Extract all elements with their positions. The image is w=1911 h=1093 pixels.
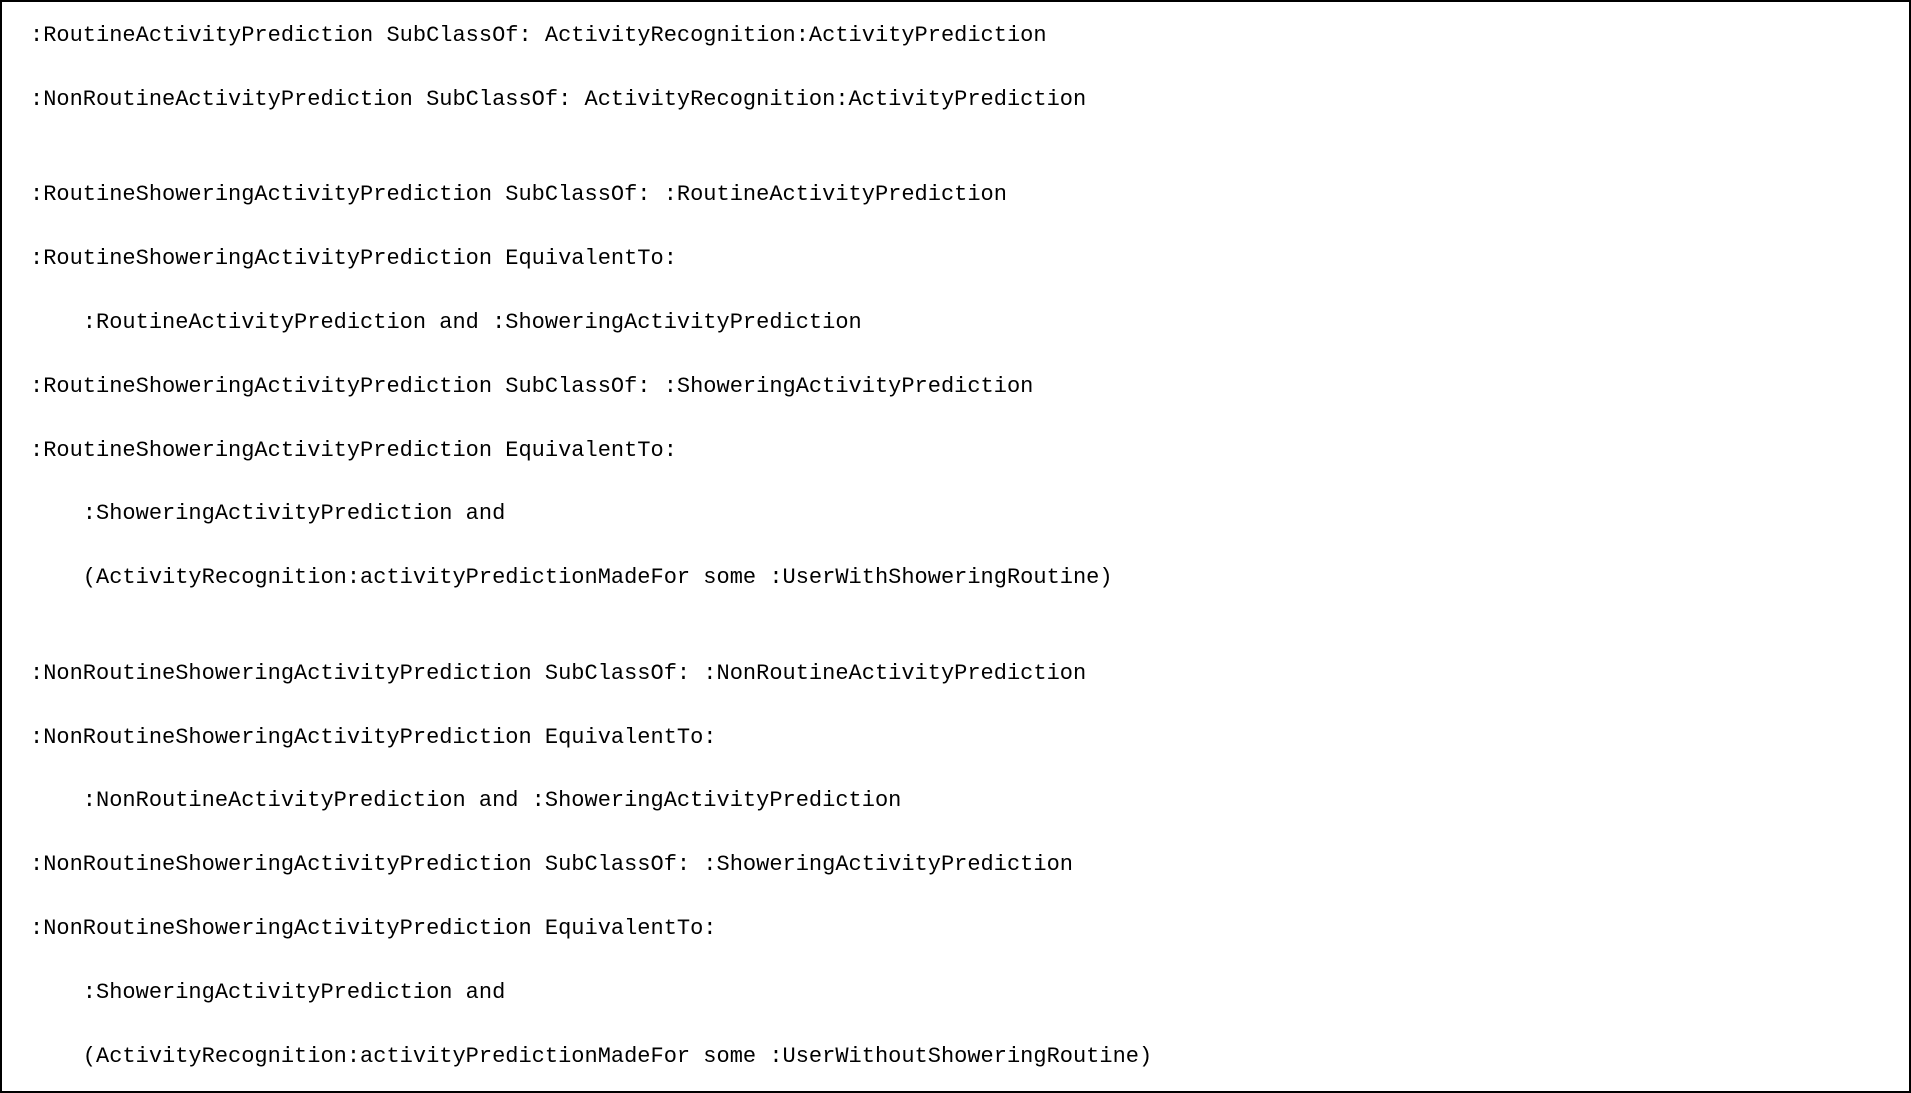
code-line: (ActivityRecognition:activityPredictionM… — [30, 1041, 1881, 1073]
code-line: :RoutineActivityPrediction and :Showerin… — [30, 307, 1881, 339]
code-line: :NonRoutineActivityPrediction SubClassOf… — [30, 84, 1881, 116]
code-line: :RoutineShoweringActivityPrediction Equi… — [30, 435, 1881, 467]
code-line: :NonRoutineShoweringActivityPrediction E… — [30, 913, 1881, 945]
code-listing-box: :RoutineActivityPrediction SubClassOf: A… — [0, 0, 1911, 1093]
code-line: :RoutineShoweringActivityPrediction SubC… — [30, 371, 1881, 403]
code-line: :NonRoutineActivityPrediction and :Showe… — [30, 785, 1881, 817]
code-line: :ShoweringActivityPrediction and — [30, 977, 1881, 1009]
code-line: (ActivityRecognition:activityPredictionM… — [30, 562, 1881, 594]
code-line: :NonRoutineShoweringActivityPrediction E… — [30, 722, 1881, 754]
code-line: :RoutineActivityPrediction SubClassOf: A… — [30, 20, 1881, 52]
code-line: :RoutineShoweringActivityPrediction SubC… — [30, 179, 1881, 211]
code-line: :NonRoutineShoweringActivityPrediction S… — [30, 849, 1881, 881]
code-line: :RoutineShoweringActivityPrediction Equi… — [30, 243, 1881, 275]
code-line: :NonRoutineShoweringActivityPrediction S… — [30, 658, 1881, 690]
code-block: :RoutineActivityPrediction SubClassOf: A… — [30, 20, 1881, 1093]
code-line: :ShoweringActivityPrediction and — [30, 498, 1881, 530]
